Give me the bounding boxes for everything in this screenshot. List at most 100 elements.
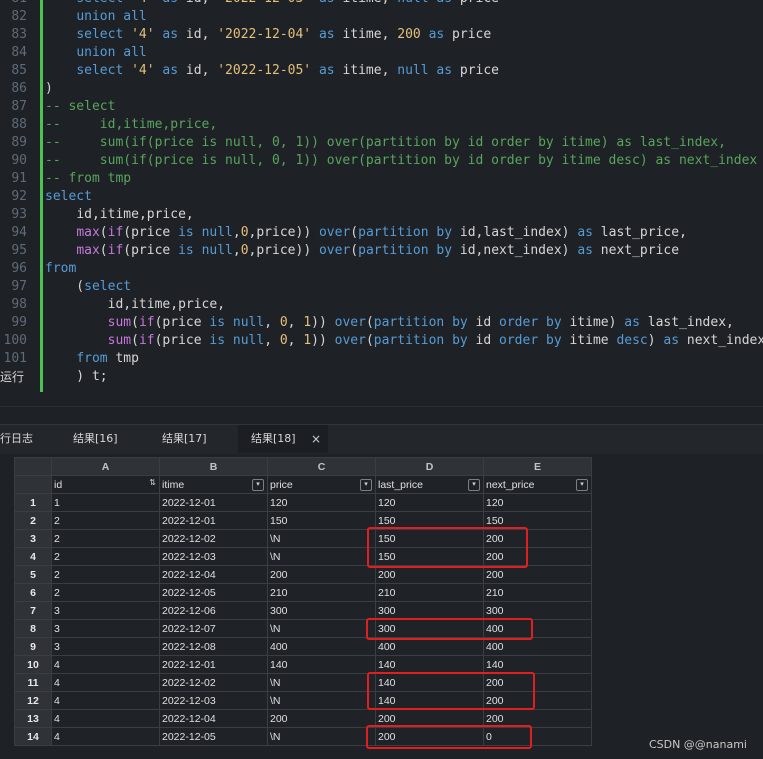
- table-cell[interactable]: 2: [51, 511, 160, 530]
- code-line[interactable]: 96 from: [0, 260, 763, 278]
- row-number[interactable]: 2: [14, 511, 52, 530]
- row-number[interactable]: 4: [14, 547, 52, 566]
- table-cell[interactable]: 3: [51, 601, 160, 620]
- column-header-last-price[interactable]: last_price ▾: [375, 475, 484, 494]
- row-number[interactable]: 6: [14, 583, 52, 602]
- table-cell[interactable]: \N: [267, 619, 376, 638]
- column-letter[interactable]: A: [51, 457, 160, 476]
- row-number[interactable]: 8: [14, 619, 52, 638]
- filter-dropdown-icon[interactable]: ▾: [576, 479, 588, 491]
- tab-result-17[interactable]: 结果[17]: [162, 425, 232, 453]
- column-header-next-price[interactable]: next_price ▾: [483, 475, 592, 494]
- table-cell[interactable]: 1: [51, 493, 160, 512]
- table-cell[interactable]: 2022-12-03: [159, 547, 268, 566]
- code-line[interactable]: 89 -- sum(if(price is null, 0, 1)) over(p…: [0, 134, 763, 152]
- table-cell[interactable]: 2022-12-04: [159, 709, 268, 728]
- code-line[interactable]: 84 union all: [0, 44, 763, 62]
- table-cell[interactable]: 140: [483, 655, 592, 674]
- table-cell[interactable]: \N: [267, 727, 376, 746]
- row-number[interactable]: 12: [14, 691, 52, 710]
- row-number[interactable]: 14: [14, 727, 52, 746]
- code-line[interactable]: 90 -- sum(if(price is null, 0, 1)) over(p…: [0, 152, 763, 170]
- table-cell[interactable]: 2: [51, 529, 160, 548]
- table-cell[interactable]: 210: [483, 583, 592, 602]
- table-cell[interactable]: 140: [267, 655, 376, 674]
- code-line[interactable]: 88 -- id,itime,price,: [0, 116, 763, 134]
- filter-dropdown-icon[interactable]: ▾: [360, 479, 372, 491]
- tab-result-16[interactable]: 结果[16]: [73, 425, 143, 453]
- row-number[interactable]: 10: [14, 655, 52, 674]
- code-line[interactable]: 100 sum(if(price is null, 0, 1)) over(pa…: [0, 332, 763, 350]
- table-cell[interactable]: 2022-12-02: [159, 529, 268, 548]
- row-number[interactable]: 11: [14, 673, 52, 692]
- table-cell[interactable]: 2022-12-03: [159, 691, 268, 710]
- column-header-itime[interactable]: itime ▾: [159, 475, 268, 494]
- table-cell[interactable]: 150: [267, 511, 376, 530]
- table-cell[interactable]: 2022-12-05: [159, 727, 268, 746]
- table-cell[interactable]: 2: [51, 565, 160, 584]
- row-number[interactable]: 7: [14, 601, 52, 620]
- code-line[interactable]: 运行 ) t;: [0, 368, 763, 386]
- table-cell[interactable]: 400: [483, 637, 592, 656]
- table-cell[interactable]: 2022-12-06: [159, 601, 268, 620]
- row-number[interactable]: 5: [14, 565, 52, 584]
- table-cell[interactable]: 2022-12-01: [159, 655, 268, 674]
- row-number[interactable]: 1: [14, 493, 52, 512]
- table-cell[interactable]: 2022-12-05: [159, 583, 268, 602]
- table-cell[interactable]: 2022-12-08: [159, 637, 268, 656]
- table-cell[interactable]: 300: [375, 601, 484, 620]
- sql-editor[interactable]: 81 select '4' as id, '2022-12-03' as iti…: [0, 0, 763, 406]
- table-row[interactable]: 6 2 2022-12-05 210 210 210: [14, 583, 592, 602]
- table-cell[interactable]: 3: [51, 619, 160, 638]
- code-line[interactable]: 98 id,itime,price,: [0, 296, 763, 314]
- table-row[interactable]: 9 3 2022-12-08 400 400 400: [14, 637, 592, 656]
- column-letter[interactable]: D: [375, 457, 484, 476]
- table-cell[interactable]: \N: [267, 529, 376, 548]
- table-cell[interactable]: 4: [51, 709, 160, 728]
- code-line[interactable]: 83 select '4' as id, '2022-12-04' as iti…: [0, 26, 763, 44]
- table-row[interactable]: 10 4 2022-12-01 140 140 140: [14, 655, 592, 674]
- table-cell[interactable]: 400: [375, 637, 484, 656]
- table-cell[interactable]: \N: [267, 673, 376, 692]
- column-letter[interactable]: E: [483, 457, 592, 476]
- table-cell[interactable]: 120: [483, 493, 592, 512]
- table-cell[interactable]: 210: [375, 583, 484, 602]
- column-header-price[interactable]: price ▾: [267, 475, 376, 494]
- table-cell[interactable]: 120: [267, 493, 376, 512]
- code-line[interactable]: 101 from tmp: [0, 350, 763, 368]
- table-cell[interactable]: 210: [267, 583, 376, 602]
- table-cell[interactable]: 200: [267, 565, 376, 584]
- code-line[interactable]: 94 max(if(price is null,0,price)) over(p…: [0, 224, 763, 242]
- code-line[interactable]: 92 select: [0, 188, 763, 206]
- sort-icon[interactable]: ⇅: [149, 478, 156, 487]
- row-number[interactable]: 3: [14, 529, 52, 548]
- code-line[interactable]: 86): [0, 80, 763, 98]
- table-cell[interactable]: 4: [51, 727, 160, 746]
- code-line[interactable]: 95 max(if(price is null,0,price)) over(p…: [0, 242, 763, 260]
- table-cell[interactable]: 400: [267, 637, 376, 656]
- table-cell[interactable]: 2022-12-02: [159, 673, 268, 692]
- code-line[interactable]: 85 select '4' as id, '2022-12-05' as iti…: [0, 62, 763, 80]
- table-cell[interactable]: 2022-12-01: [159, 511, 268, 530]
- table-cell[interactable]: \N: [267, 547, 376, 566]
- table-cell[interactable]: 2022-12-01: [159, 493, 268, 512]
- code-line[interactable]: 87 -- select: [0, 98, 763, 116]
- table-row[interactable]: 7 3 2022-12-06 300 300 300: [14, 601, 592, 620]
- tab-run-log[interactable]: 行日志: [0, 425, 40, 453]
- row-number[interactable]: 9: [14, 637, 52, 656]
- table-cell[interactable]: 120: [375, 493, 484, 512]
- table-cell[interactable]: 140: [375, 655, 484, 674]
- code-line[interactable]: 82 union all: [0, 8, 763, 26]
- code-line[interactable]: 99 sum(if(price is null, 0, 1)) over(par…: [0, 314, 763, 332]
- table-cell[interactable]: 4: [51, 673, 160, 692]
- close-icon[interactable]: ×: [311, 425, 321, 453]
- code-line[interactable]: 97 (select: [0, 278, 763, 296]
- table-cell[interactable]: 4: [51, 655, 160, 674]
- column-header-id[interactable]: id ⇅: [51, 475, 160, 494]
- table-cell[interactable]: 4: [51, 691, 160, 710]
- filter-dropdown-icon[interactable]: ▾: [252, 479, 264, 491]
- code-line[interactable]: 91 -- from tmp: [0, 170, 763, 188]
- grid-corner[interactable]: [14, 457, 52, 476]
- code-line[interactable]: 93 id,itime,price,: [0, 206, 763, 224]
- table-cell[interactable]: 200: [375, 565, 484, 584]
